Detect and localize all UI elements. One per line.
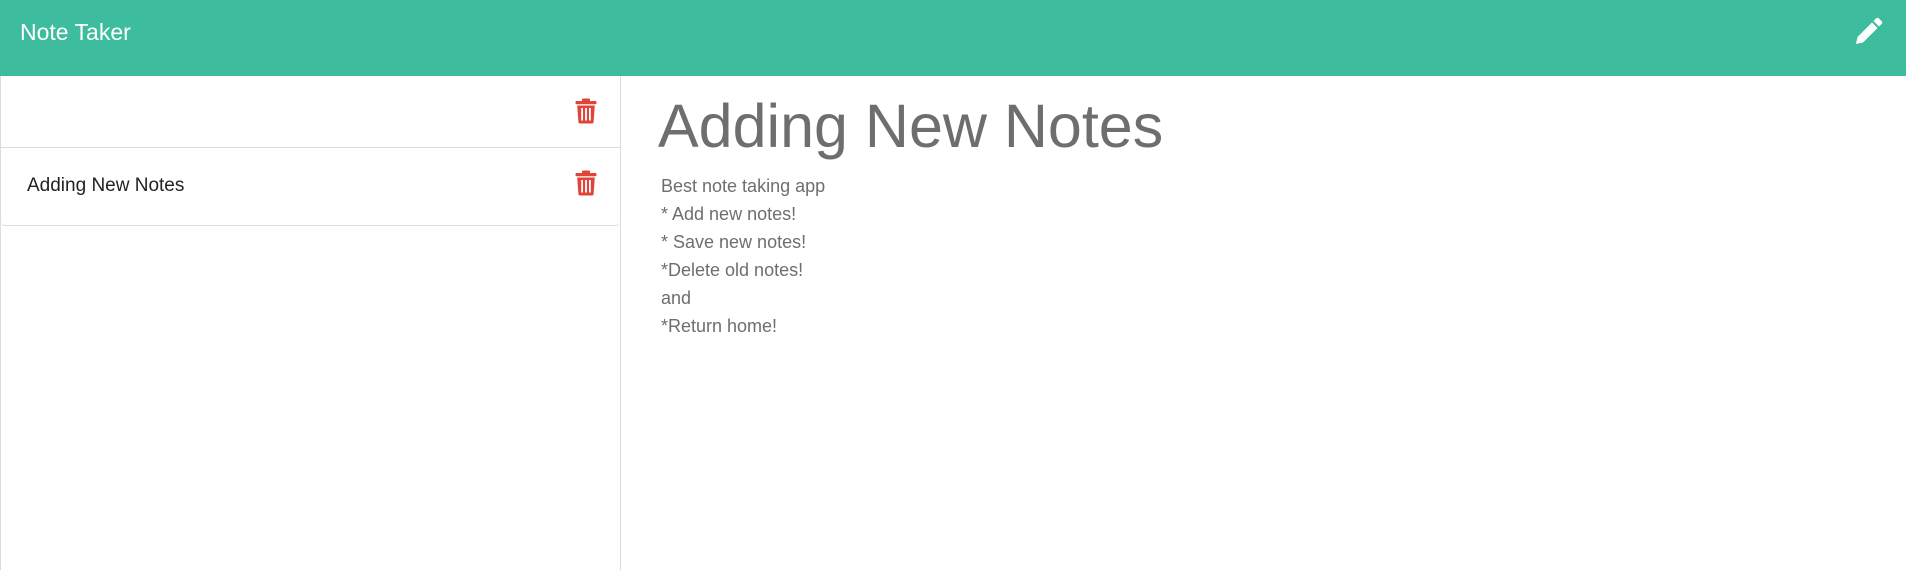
navbar: Note Taker bbox=[0, 0, 1906, 76]
delete-note-button[interactable] bbox=[575, 98, 597, 124]
note-list-title: Adding New Notes bbox=[27, 175, 185, 196]
note-list: Adding New Notes bbox=[1, 76, 620, 226]
note-text-line: Best note taking app bbox=[661, 176, 826, 196]
note-text-line: *Return home! bbox=[661, 316, 778, 336]
list-item[interactable] bbox=[1, 76, 620, 148]
delete-note-button[interactable] bbox=[575, 170, 597, 196]
note-text-line: * Save new notes! bbox=[661, 232, 807, 252]
note-editor: Adding New Notes Best note taking app * … bbox=[621, 76, 1906, 570]
note-title-field[interactable]: Adding New Notes bbox=[658, 90, 1163, 162]
note-text-line: * Add new notes! bbox=[661, 204, 797, 224]
new-note-button[interactable] bbox=[1852, 16, 1884, 48]
trash-icon bbox=[575, 98, 597, 124]
trash-icon bbox=[575, 170, 597, 196]
notes-sidebar: Adding New Notes bbox=[0, 76, 621, 570]
note-text-line: *Delete old notes! bbox=[661, 260, 804, 280]
note-text-field[interactable]: Best note taking app * Add new notes! * … bbox=[661, 172, 825, 340]
app-title[interactable]: Note Taker bbox=[20, 18, 131, 46]
list-item[interactable]: Adding New Notes bbox=[1, 148, 620, 226]
pencil-icon bbox=[1856, 17, 1883, 44]
note-text-line: and bbox=[661, 288, 692, 308]
